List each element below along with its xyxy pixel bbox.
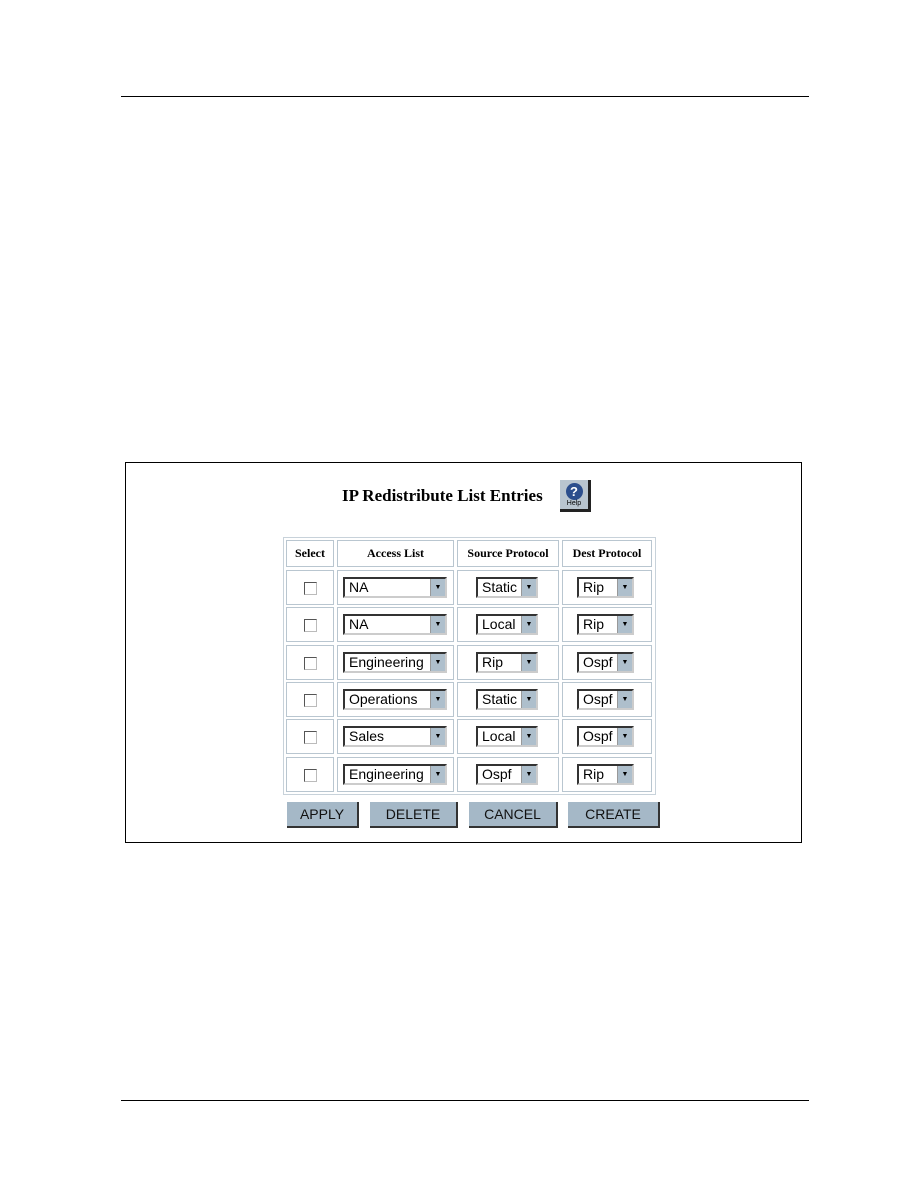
select-checkbox[interactable] <box>304 768 317 782</box>
header-select: Select <box>286 540 334 567</box>
dest-protocol-select[interactable]: Ospf ▼ <box>577 651 634 673</box>
dest-protocol-select[interactable]: Rip ▼ <box>577 763 634 785</box>
select-value: Rip <box>583 579 605 595</box>
chevron-down-icon[interactable]: ▼ <box>521 616 536 634</box>
source-protocol-select[interactable]: Static ▼ <box>476 577 538 598</box>
chevron-down-icon[interactable]: ▼ <box>430 653 445 671</box>
header-access-list: Access List <box>337 540 454 567</box>
select-value: Ospf <box>583 728 613 745</box>
dest-protocol-select[interactable]: Ospf ▼ <box>577 688 634 710</box>
chevron-down-icon[interactable]: ▼ <box>617 765 632 783</box>
select-value: Ospf <box>583 690 613 707</box>
delete-button[interactable]: DELETE <box>370 802 458 828</box>
source-protocol-select[interactable]: Static ▼ <box>476 688 538 710</box>
chevron-down-icon[interactable]: ▼ <box>617 728 632 746</box>
select-value: Rip <box>583 765 605 782</box>
access-list-select[interactable]: NA ▼ <box>343 577 447 598</box>
help-label: Help <box>566 500 582 507</box>
help-icon: ? <box>565 483 583 500</box>
select-checkbox[interactable] <box>304 656 317 670</box>
chevron-down-icon[interactable]: ▼ <box>430 616 445 634</box>
chevron-down-icon[interactable]: ▼ <box>430 728 445 746</box>
source-protocol-select[interactable]: Ospf ▼ <box>476 763 538 785</box>
access-list-select[interactable]: Engineering ▼ <box>343 651 447 673</box>
access-list-select[interactable]: Engineering ▼ <box>343 763 447 785</box>
cancel-button[interactable]: CANCEL <box>469 802 558 828</box>
select-value: Local <box>482 616 516 633</box>
select-value: NA <box>349 579 369 595</box>
select-value: Ospf <box>583 653 613 670</box>
chevron-down-icon[interactable]: ▼ <box>617 616 632 634</box>
create-button[interactable]: CREATE <box>568 802 660 828</box>
select-value: Ospf <box>482 765 512 782</box>
select-value: Rip <box>583 616 605 633</box>
source-protocol-select[interactable]: Rip ▼ <box>476 651 538 673</box>
select-value: Engineering <box>349 653 424 670</box>
apply-button[interactable]: APPLY <box>287 802 359 828</box>
page: IP Redistribute List Entries ? Help APPLY… <box>0 0 918 1188</box>
select-value: Operations <box>349 690 418 707</box>
dest-protocol-select[interactable]: Rip ▼ <box>577 577 634 598</box>
select-checkbox[interactable] <box>304 693 317 707</box>
select-checkbox[interactable] <box>304 731 317 745</box>
select-value: Sales <box>349 728 385 745</box>
access-list-select[interactable]: Operations ▼ <box>343 688 447 710</box>
select-value: Rip <box>482 653 504 670</box>
source-protocol-select[interactable]: Local ▼ <box>476 726 538 748</box>
header-source-protocol: Source Protocol <box>457 540 559 567</box>
select-value: Local <box>482 728 516 745</box>
chevron-down-icon[interactable]: ▼ <box>430 765 445 783</box>
page-title: IP Redistribute List Entries <box>342 486 543 505</box>
chevron-down-icon[interactable]: ▼ <box>617 653 632 671</box>
chevron-down-icon[interactable]: ▼ <box>617 690 632 708</box>
chevron-down-icon[interactable]: ▼ <box>430 579 445 596</box>
header-rule <box>121 96 809 97</box>
select-value: Static <box>482 579 518 595</box>
chevron-down-icon[interactable]: ▼ <box>617 579 632 596</box>
select-checkbox[interactable] <box>304 619 317 633</box>
chevron-down-icon[interactable]: ▼ <box>521 579 536 596</box>
header-dest-protocol: Dest Protocol <box>562 540 652 567</box>
select-value: NA <box>349 616 369 633</box>
chevron-down-icon[interactable]: ▼ <box>521 690 536 708</box>
dest-protocol-select[interactable]: Rip ▼ <box>577 614 634 636</box>
footer-rule <box>121 1100 809 1101</box>
select-checkbox[interactable] <box>304 582 317 595</box>
chevron-down-icon[interactable]: ▼ <box>430 690 445 708</box>
dest-protocol-select[interactable]: Ospf ▼ <box>577 726 634 748</box>
chevron-down-icon[interactable]: ▼ <box>521 653 536 671</box>
select-value: Static <box>482 690 518 707</box>
chevron-down-icon[interactable]: ▼ <box>521 728 536 746</box>
access-list-select[interactable]: Sales ▼ <box>343 726 447 748</box>
source-protocol-select[interactable]: Local ▼ <box>476 614 538 636</box>
access-list-select[interactable]: NA ▼ <box>343 614 447 636</box>
chevron-down-icon[interactable]: ▼ <box>521 765 536 783</box>
select-value: Engineering <box>349 765 424 782</box>
help-button[interactable]: ? Help <box>560 480 591 512</box>
